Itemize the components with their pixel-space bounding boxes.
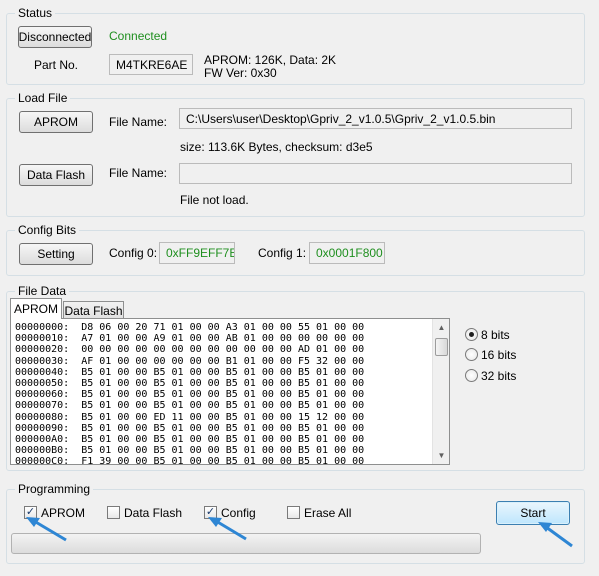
erase-all-checkbox[interactable] — [287, 506, 300, 519]
connection-status-text: Connected — [109, 29, 168, 43]
status-group: Status — [6, 6, 585, 85]
config0-value-field: 0xFF9EFF7E — [159, 242, 235, 264]
scroll-up-icon[interactable]: ▲ — [433, 319, 449, 336]
hex-line: 00000050: B5 01 00 00 B5 01 00 00 B5 01 … — [15, 378, 365, 390]
annotation-arrow-config-icon — [208, 517, 247, 541]
dataflash-file-info-text: File not load. — [180, 193, 249, 207]
erase-all-checkbox-label[interactable]: Erase All — [304, 506, 351, 520]
annotation-arrow-aprom-icon — [26, 517, 67, 542]
hex-line: 00000040: B5 01 00 00 B5 01 00 00 B5 01 … — [15, 366, 365, 378]
aprom-file-name-label: File Name: — [109, 115, 168, 129]
hex-data-view[interactable]: 00000000: D8 06 00 20 71 01 00 00 A3 01 … — [10, 318, 450, 465]
programming-group-title: Programming — [15, 482, 94, 496]
radio-8-bits-label[interactable]: 8 bits — [481, 328, 510, 342]
hex-line: 00000090: B5 01 00 00 B5 01 00 00 B5 01 … — [15, 422, 365, 434]
load-file-group-title: Load File — [15, 91, 71, 105]
hex-line: 00000060: B5 01 00 00 B5 01 00 00 B5 01 … — [15, 389, 365, 401]
config-bits-group-title: Config Bits — [15, 223, 80, 237]
config0-label: Config 0: — [109, 246, 158, 260]
hex-line: 00000030: AF 01 00 00 00 00 00 00 B1 01 … — [15, 355, 365, 367]
radio-8-bits[interactable] — [465, 328, 478, 341]
aprom-file-path-field: C:\Users\user\Desktop\Gpriv_2_v1.0.5\Gpr… — [179, 108, 572, 129]
hex-line: 000000B0: B5 01 00 00 B5 01 00 00 B5 01 … — [15, 445, 365, 457]
config1-value-field: 0x0001F800 — [309, 242, 385, 264]
data-flash-checkbox-label[interactable]: Data Flash — [124, 506, 182, 520]
hex-line: 00000000: D8 06 00 20 71 01 00 00 A3 01 … — [15, 322, 365, 333]
tab-aprom[interactable]: APROM — [10, 298, 62, 319]
aprom-file-info-text: size: 113.6K Bytes, checksum: d3e5 — [180, 140, 373, 154]
hex-line: 00000070: B5 01 00 00 B5 01 00 00 B5 01 … — [15, 400, 365, 412]
aprom-load-button[interactable]: APROM — [19, 111, 93, 133]
config1-label: Config 1: — [258, 246, 307, 260]
dataflash-file-path-field — [179, 163, 572, 184]
file-data-group-title: File Data — [15, 284, 70, 298]
hex-line: 00000020: 00 00 00 00 00 00 00 00 00 00 … — [15, 344, 365, 356]
radio-32-bits[interactable] — [465, 369, 478, 382]
hex-line: 000000A0: B5 01 00 00 B5 01 00 00 B5 01 … — [15, 434, 365, 446]
fw-version-text: FW Ver: 0x30 — [204, 66, 277, 80]
hex-line: 00000010: A7 01 00 00 A9 01 00 00 AB 01 … — [15, 333, 365, 345]
hex-data-lines: 00000000: D8 06 00 20 71 01 00 00 A3 01 … — [15, 322, 435, 465]
disconnect-button[interactable]: Disconnected — [18, 26, 92, 48]
radio-16-bits-label[interactable]: 16 bits — [481, 348, 516, 362]
radio-32-bits-label[interactable]: 32 bits — [481, 369, 516, 383]
hex-vertical-scrollbar[interactable]: ▲ ▼ — [432, 319, 449, 464]
dataflash-load-button[interactable]: Data Flash — [19, 164, 93, 186]
radio-16-bits[interactable] — [465, 348, 478, 361]
part-no-label: Part No. — [34, 58, 79, 72]
memory-info-text: APROM: 126K, Data: 2K — [204, 53, 337, 67]
annotation-arrow-start-icon — [538, 522, 573, 548]
tab-data-flash[interactable]: Data Flash — [63, 301, 124, 319]
part-no-field: M4TKRE6AE — [109, 54, 193, 75]
status-group-title: Status — [15, 6, 56, 20]
data-flash-checkbox[interactable] — [107, 506, 120, 519]
scroll-thumb[interactable] — [435, 338, 448, 356]
dataflash-file-name-label: File Name: — [109, 166, 168, 180]
config-setting-button[interactable]: Setting — [19, 243, 93, 265]
hex-line: 000000C0: F1 39 00 00 B5 01 00 00 B5 01 … — [15, 456, 365, 465]
scroll-down-icon[interactable]: ▼ — [433, 447, 449, 464]
hex-line: 00000080: B5 01 00 00 ED 11 00 00 B5 01 … — [15, 411, 365, 423]
